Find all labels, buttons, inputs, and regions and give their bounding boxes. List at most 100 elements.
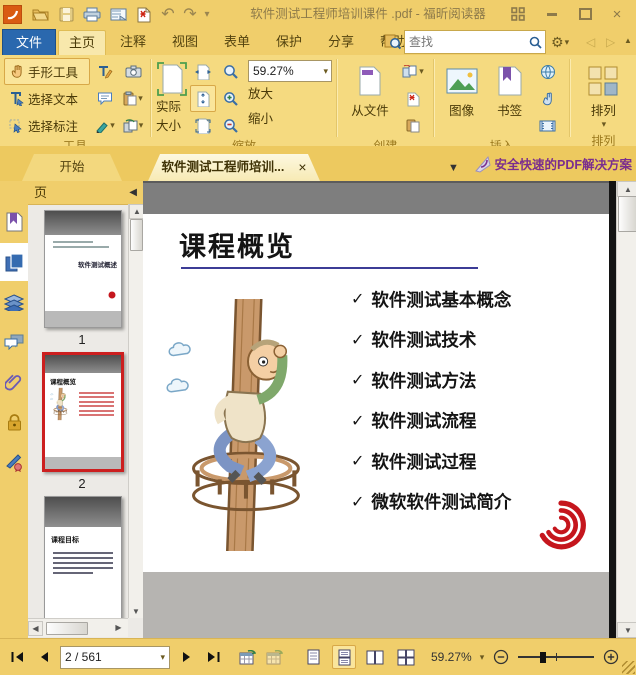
search-box[interactable]: [404, 30, 546, 54]
convert-pages-icon[interactable]: ▾: [400, 58, 426, 85]
panel-scrollbar-thumb[interactable]: [130, 219, 143, 251]
signature-panel-icon[interactable]: [0, 443, 28, 481]
insert-bookmark-button[interactable]: 书签: [487, 58, 533, 134]
search-input[interactable]: [405, 35, 525, 49]
doc-scrollbar-thumb[interactable]: [618, 196, 636, 232]
zoom-in-button[interactable]: [601, 647, 621, 667]
rotate-pages-icon[interactable]: ▾: [120, 112, 146, 139]
tab-home[interactable]: 主页: [58, 30, 107, 55]
fit-page-icon[interactable]: [189, 85, 216, 112]
panel-scroll-left-icon[interactable]: ◀: [28, 621, 43, 636]
undo-button[interactable]: ↶: [158, 4, 178, 24]
gear-icon[interactable]: ⚙ ▾: [551, 34, 569, 51]
security-panel-icon[interactable]: [0, 403, 28, 441]
marquee-zoom-icon[interactable]: [218, 58, 244, 85]
first-page-button[interactable]: [6, 647, 26, 667]
export-table-icon[interactable]: [237, 647, 257, 667]
facing-view-icon[interactable]: [363, 645, 387, 669]
zoom-slider-thumb[interactable]: [540, 652, 547, 663]
attachments-panel-icon[interactable]: [0, 363, 28, 401]
open-file-button[interactable]: [30, 4, 50, 24]
history-forward-icon[interactable]: ▷: [606, 35, 615, 49]
panel-collapse-icon[interactable]: ◀: [129, 181, 137, 204]
from-clipboard-icon[interactable]: [400, 112, 426, 139]
tab-view[interactable]: 视图: [162, 30, 208, 54]
status-zoom-value[interactable]: 59.27%: [431, 650, 472, 664]
thumbnail-page-3[interactable]: 课程目标: [44, 496, 122, 618]
search-doc-icon[interactable]: [384, 33, 401, 50]
doc-scroll-up-icon[interactable]: ▲: [617, 181, 636, 197]
attach-file-icon[interactable]: [535, 85, 561, 112]
restore-button[interactable]: [575, 5, 595, 23]
layout-squares-icon[interactable]: [508, 5, 528, 23]
tab-form[interactable]: 表单: [214, 30, 260, 54]
layers-panel-icon[interactable]: [0, 283, 28, 321]
document-tab[interactable]: 软件测试工程师培训... ×: [148, 154, 320, 181]
panel-vertical-scrollbar[interactable]: ▲ ▼: [128, 204, 145, 618]
insert-video-icon[interactable]: [535, 112, 561, 139]
redo-button[interactable]: ↷: [180, 4, 200, 24]
zoom-out-button[interactable]: [491, 647, 511, 667]
web-link-icon[interactable]: [535, 58, 561, 85]
blank-document-icon[interactable]: [400, 85, 426, 112]
highlighter-pen-icon[interactable]: ▾: [92, 112, 118, 139]
continuous-facing-view-icon[interactable]: [394, 645, 418, 669]
new-document-button[interactable]: [133, 4, 153, 24]
pages-panel-icon[interactable]: [0, 243, 28, 281]
collapse-ribbon-icon[interactable]: ▲: [624, 36, 632, 45]
thumbnail-page-1[interactable]: 软件测试概述: [44, 210, 122, 328]
hand-tool-button[interactable]: 手形工具: [4, 58, 90, 85]
close-button[interactable]: ×: [607, 5, 627, 23]
panel-scroll-right-icon[interactable]: ▶: [112, 621, 125, 634]
single-page-view-icon[interactable]: [301, 645, 325, 669]
tab-share[interactable]: 分享: [318, 30, 364, 54]
panel-hscrollbar-thumb[interactable]: [46, 622, 88, 635]
print-button[interactable]: [82, 4, 102, 24]
page-number-input[interactable]: [61, 650, 160, 664]
snapshot-camera-icon[interactable]: [120, 58, 146, 85]
actual-size-button[interactable]: 实际大小: [156, 58, 188, 134]
comments-panel-icon[interactable]: [0, 323, 28, 361]
arrange-button[interactable]: 排列 ▾: [576, 58, 630, 134]
bookmarks-panel-icon[interactable]: [0, 203, 28, 241]
insert-image-button[interactable]: 图像: [439, 58, 485, 134]
search-icon[interactable]: [525, 36, 545, 49]
tab-protect[interactable]: 保护: [266, 30, 312, 54]
zoom-out-label[interactable]: 缩小: [246, 107, 332, 132]
tab-list-dropdown-icon[interactable]: ▼: [448, 162, 459, 174]
tab-comment[interactable]: 注释: [110, 30, 156, 54]
zoom-in-label[interactable]: 放大: [246, 82, 332, 107]
fit-visible-icon[interactable]: [190, 112, 216, 139]
continuous-view-icon[interactable]: [332, 645, 356, 669]
zoom-slider[interactable]: [518, 650, 595, 664]
promo-banner[interactable]: 安全快速的PDF解决方案: [473, 154, 632, 173]
edit-text-icon[interactable]: [92, 58, 118, 85]
history-back-icon[interactable]: ◁: [586, 35, 595, 49]
panel-scroll-down-icon[interactable]: ▼: [129, 605, 143, 618]
last-page-button[interactable]: [204, 647, 224, 667]
doc-scroll-down-icon[interactable]: ▼: [617, 622, 636, 638]
save-button[interactable]: [56, 4, 76, 24]
select-text-button[interactable]: 选择文本: [4, 85, 90, 112]
start-tab[interactable]: 开始: [22, 154, 122, 181]
clipboard-icon[interactable]: ▾: [120, 85, 146, 112]
document-view[interactable]: 课程概览 ✓ 软件测试基本概念 ✓ 软件测试技术 ✓ 软件测试方法 ✓ 软件测试流程 ✓…: [143, 181, 609, 638]
fit-width-icon[interactable]: [190, 58, 216, 85]
select-annotation-button[interactable]: 选择标注: [4, 112, 90, 139]
minimize-button[interactable]: [542, 5, 562, 23]
zoom-in-icon[interactable]: [218, 85, 244, 112]
typewriter-note-icon[interactable]: [92, 85, 118, 112]
window-resize-grip[interactable]: [622, 661, 635, 674]
create-from-file-button[interactable]: 从文件: [342, 58, 398, 134]
thumbnail-page-2-selected[interactable]: 课程概览: [42, 352, 124, 472]
document-vertical-scrollbar[interactable]: ▲ ▼: [616, 181, 636, 638]
email-button[interactable]: [108, 4, 128, 24]
tab-close-icon[interactable]: ×: [298, 154, 306, 181]
status-zoom-caret-icon[interactable]: ▾: [480, 652, 485, 663]
panel-horizontal-scrollbar[interactable]: ◀ ▶: [28, 618, 128, 637]
zoom-percentage-combo[interactable]: 59.27% ▾: [247, 60, 332, 82]
file-menu-button[interactable]: 文件: [2, 29, 56, 56]
page-number-field[interactable]: ▾: [60, 645, 170, 669]
previous-page-button[interactable]: [33, 647, 53, 667]
zoom-out-icon[interactable]: [218, 112, 244, 139]
